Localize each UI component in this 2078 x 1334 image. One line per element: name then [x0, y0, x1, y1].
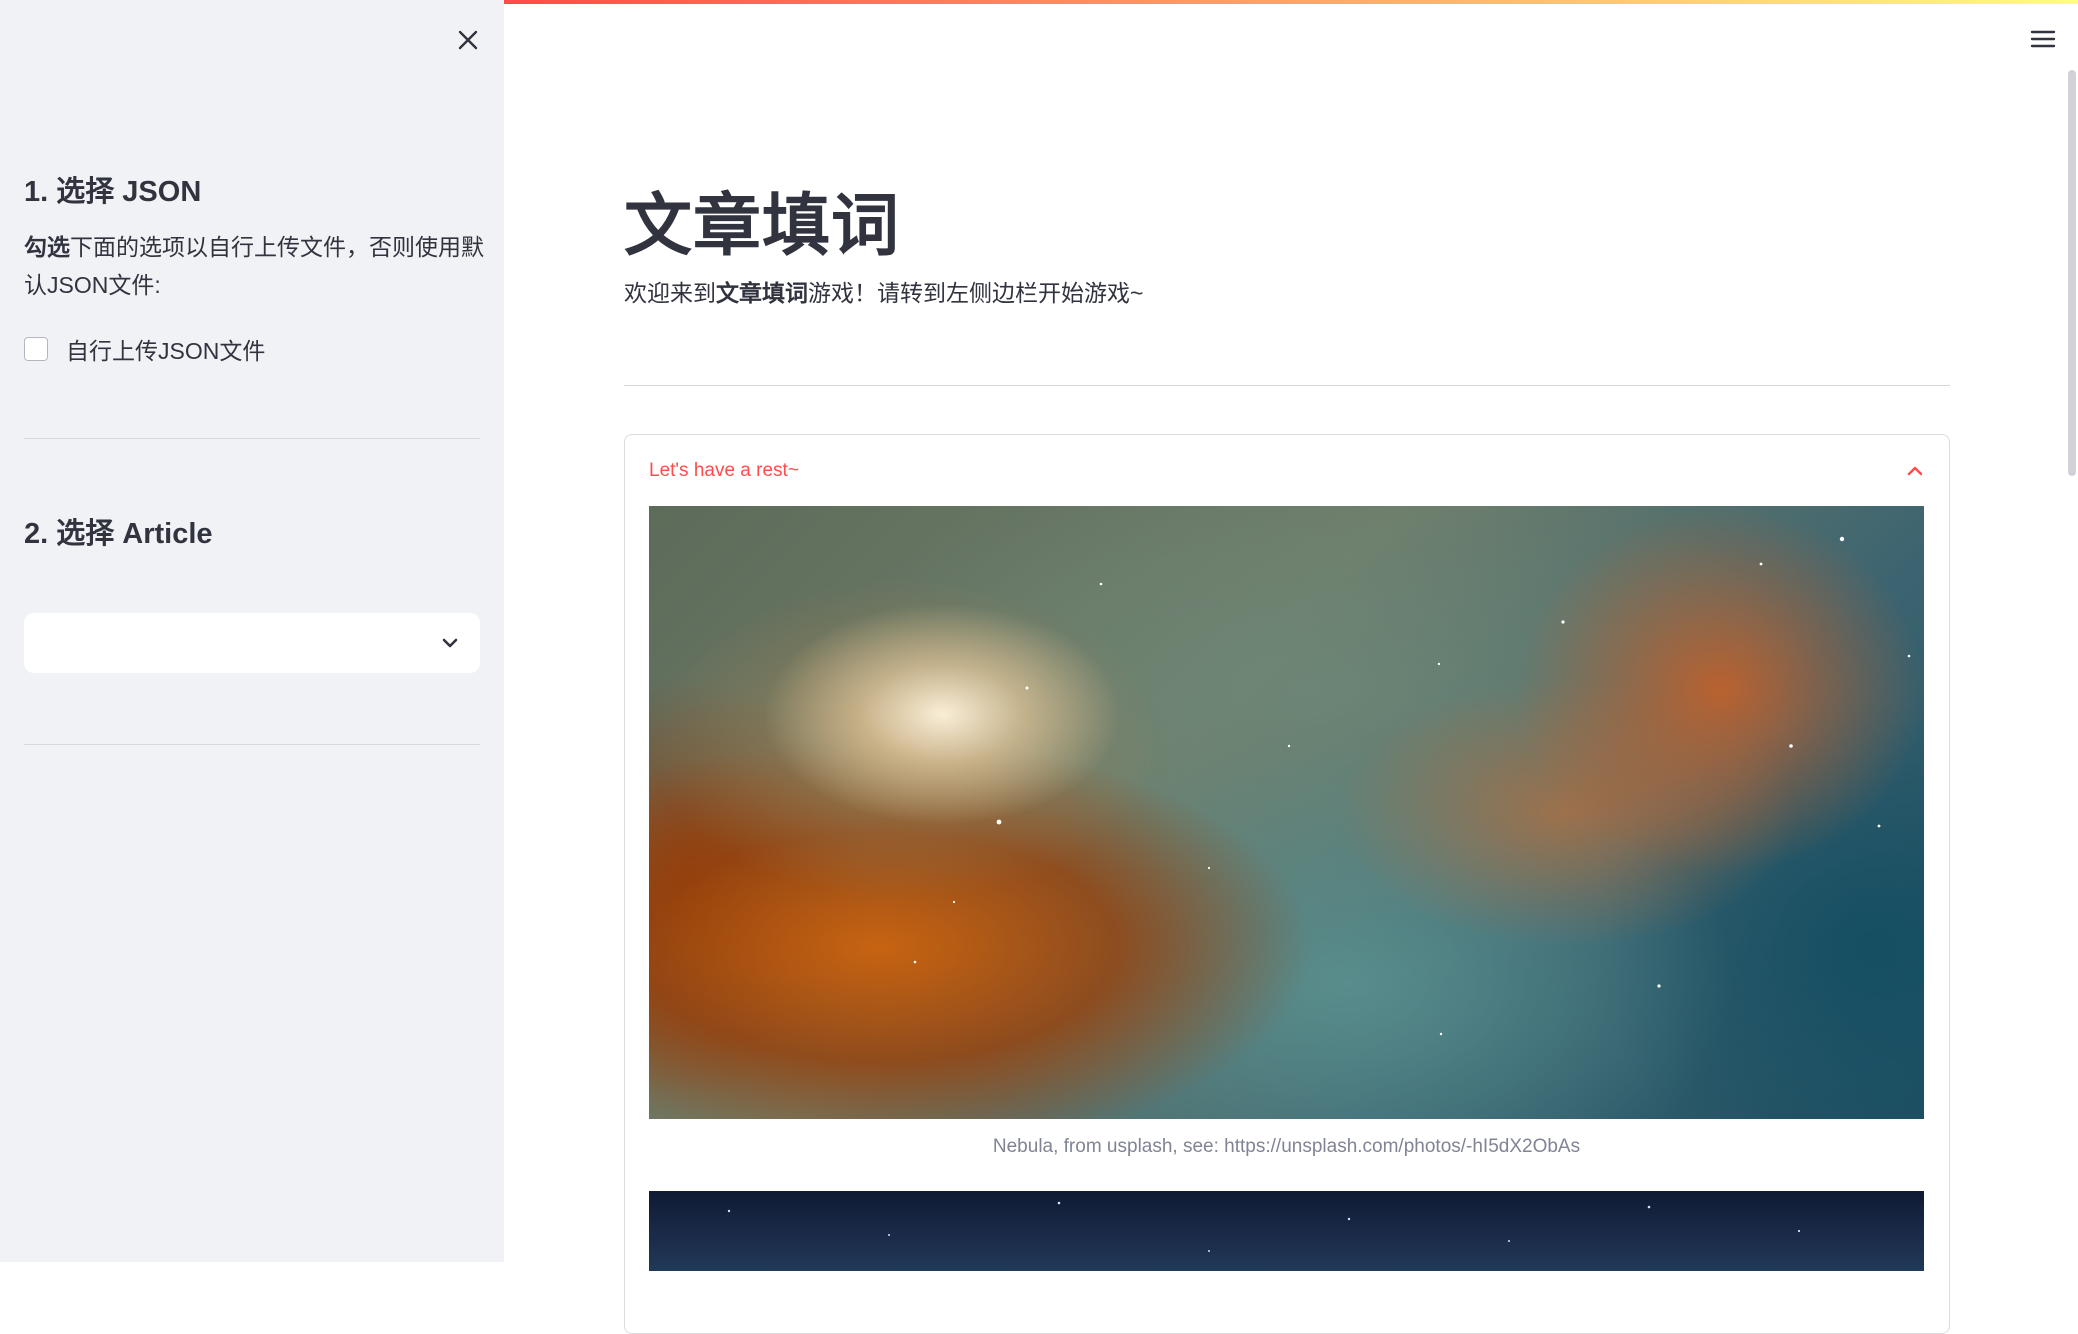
close-sidebar-button[interactable]	[452, 24, 484, 56]
header-decoration-bar	[504, 0, 2078, 4]
nebula-stars	[913, 536, 1911, 1036]
intro-prefix: 欢迎来到	[624, 280, 716, 306]
instruction-text: 下面的选项以自行上传文件，否则使用默认JSON文件:	[24, 234, 484, 298]
close-icon	[458, 30, 478, 50]
section-title-json: 1. 选择 JSON	[24, 176, 202, 208]
instruction-bold: 勾选	[24, 234, 70, 260]
sidebar-divider	[24, 744, 480, 745]
image-caption: Nebula, from usplash, see: https://unspl…	[992, 1136, 1581, 1157]
intro-text: 欢迎来到文章填词游戏！请转到左侧边栏开始游戏~	[624, 274, 1143, 308]
expander-title: Let's have a rest~	[649, 460, 799, 481]
main-divider	[624, 385, 1950, 386]
section-title-article: 2. 选择 Article	[24, 518, 213, 550]
nebula-image	[649, 506, 1924, 1119]
starfield-stars	[727, 1201, 1801, 1252]
page-title: 文章填词	[624, 188, 901, 264]
rest-expander: Let's have a rest~ Nebula, from usplash,…	[624, 434, 1950, 1334]
hamburger-menu-icon	[2030, 30, 2056, 48]
chevron-down-icon	[442, 638, 458, 648]
intro-suffix: 游戏！请转到左侧边栏开始游戏~	[808, 280, 1144, 306]
starfield-image	[649, 1191, 1924, 1271]
upload-json-checkbox-row[interactable]: 自行上传JSON文件	[24, 330, 265, 368]
sidebar-divider	[24, 438, 480, 439]
main-menu-button[interactable]	[2026, 24, 2060, 54]
upload-json-checkbox-label: 自行上传JSON文件	[66, 338, 266, 364]
expander-header[interactable]: Let's have a rest~	[625, 435, 1949, 507]
chevron-up-icon	[1907, 466, 1923, 476]
json-instructions: 勾选下面的选项以自行上传文件，否则使用默认JSON文件:	[24, 228, 484, 304]
scrollbar-thumb[interactable]	[2068, 70, 2076, 476]
sidebar: 1. 选择 JSON 勾选下面的选项以自行上传文件，否则使用默认JSON文件: …	[0, 0, 504, 1262]
upload-json-checkbox[interactable]	[24, 337, 48, 361]
intro-bold: 文章填词	[716, 280, 808, 306]
article-select[interactable]	[24, 613, 480, 673]
